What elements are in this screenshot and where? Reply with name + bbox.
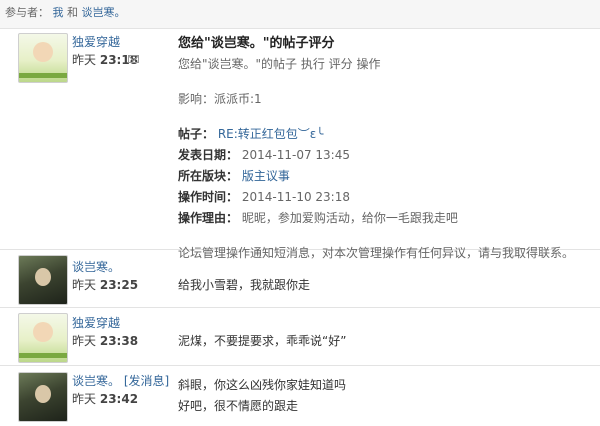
participant-me-link[interactable]: 我: [53, 6, 64, 19]
reason-label: 操作理由：: [178, 211, 239, 225]
avatar-face: [35, 268, 51, 286]
message-item: 谈岂寒。 昨天 23:25 给我小雪碧，我就跟你走: [0, 250, 600, 308]
time-prefix: 昨天: [72, 392, 97, 406]
date-label: 发表日期：: [178, 148, 239, 162]
avatar-face: [35, 385, 51, 403]
avatar-face: [33, 42, 53, 62]
time-prefix: 昨天: [72, 334, 97, 348]
message-text: 泥煤，不要提要求，乖乖说“好”: [178, 334, 347, 348]
time-prefix: 昨天: [72, 53, 97, 67]
message-author-link[interactable]: 独爱穿越: [72, 33, 120, 50]
date-value: 2014-11-07 13:45: [241, 148, 350, 162]
participants-and: 和: [67, 6, 78, 19]
message-time: 昨天 23:42: [72, 390, 138, 407]
message-item: 独爱穿越 昨天 23:18 您给"谈岂寒。"的帖子评分 您给"谈岂寒。"的帖子 …: [0, 29, 600, 260]
optime-label: 操作时间：: [178, 190, 239, 204]
participant-other-link[interactable]: 谈岂寒。: [82, 6, 126, 19]
board-label: 所在版块：: [178, 169, 239, 183]
post-link[interactable]: RE:转正红包包︶ε╰: [218, 127, 324, 141]
message-title: 您给"谈岂寒。"的帖子评分: [178, 36, 335, 51]
avatar[interactable]: [18, 255, 68, 305]
reason-value: 昵昵，参加爱购活动，给你一毛跟我走吧: [241, 211, 458, 225]
message-item: 谈岂寒。 [发消息] 昨天 23:42 斜眼，你这么凶残你家娃知道吗 好吧，很不…: [0, 366, 600, 426]
message-content: 您给"谈岂寒。"的帖子评分 您给"谈岂寒。"的帖子 执行 评分 操作 影响：派派…: [178, 32, 590, 261]
time-value: 23:42: [99, 392, 139, 406]
avatar-bar: [19, 353, 67, 358]
message-text: 给我小雪碧，我就跟你走: [178, 278, 311, 292]
message-line-2: 好吧，很不情愿的跟走: [178, 399, 299, 413]
board-link[interactable]: 版主议事: [242, 169, 290, 183]
participants-label: 参与者：: [5, 6, 49, 19]
optime-value: 2014-11-10 23:18: [241, 190, 350, 204]
reason-row: 操作理由： 昵昵，参加爱购活动，给你一毛跟我走吧: [178, 209, 590, 226]
board-row: 所在版块： 版主议事: [178, 167, 590, 184]
time-prefix: 昨天: [72, 278, 97, 292]
time-value: 23:25: [99, 278, 139, 292]
time-value: 23:38: [99, 334, 139, 348]
message-subtitle: 您给"谈岂寒。"的帖子 执行 评分 操作: [178, 57, 381, 71]
mail-icon[interactable]: [128, 55, 139, 63]
send-message-link[interactable]: [发消息]: [124, 374, 169, 388]
avatar[interactable]: [18, 313, 68, 363]
effect-text: 影响：派派币:1: [178, 92, 262, 106]
avatar[interactable]: [18, 33, 68, 83]
message-author-link[interactable]: 谈岂寒。: [72, 374, 120, 388]
post-row: 帖子： RE:转正红包包︶ε╰: [178, 125, 590, 142]
avatar[interactable]: [18, 372, 68, 422]
participants-bar: 参与者： 我 和 谈岂寒。: [0, 0, 600, 29]
message-time: 昨天 23:25: [72, 276, 138, 293]
message-author-link[interactable]: 独爱穿越: [72, 314, 120, 331]
message-time: 昨天 23:38: [72, 332, 138, 349]
message-item: 独爱穿越 昨天 23:38 泥煤，不要提要求，乖乖说“好”: [0, 308, 600, 366]
avatar-face: [33, 322, 53, 342]
message-line-1: 斜眼，你这么凶残你家娃知道吗: [178, 378, 347, 392]
message-author-link[interactable]: 谈岂寒。: [72, 258, 120, 275]
post-label: 帖子：: [178, 127, 215, 141]
message-text: 斜眼，你这么凶残你家娃知道吗 好吧，很不情愿的跟走: [178, 376, 590, 414]
date-row: 发表日期： 2014-11-07 13:45: [178, 146, 590, 163]
message-author: 谈岂寒。 [发消息]: [72, 372, 169, 389]
avatar-bar: [19, 73, 67, 78]
optime-row: 操作时间： 2014-11-10 23:18: [178, 188, 590, 205]
